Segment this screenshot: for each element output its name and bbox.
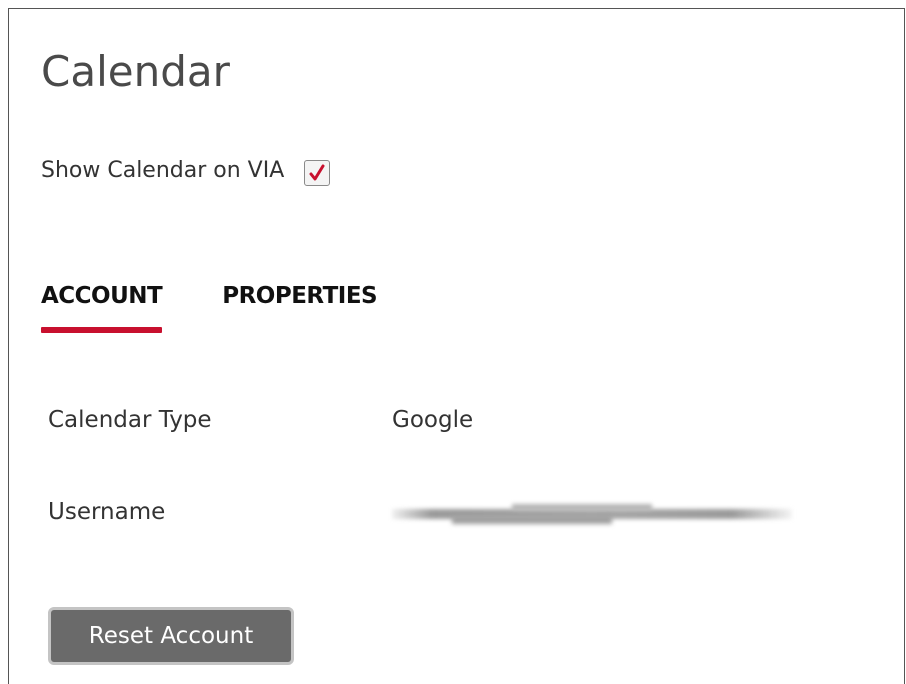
calendar-type-row: Calendar Type Google [48,407,473,433]
tab-bar: ACCOUNT PROPERTIES [41,283,437,333]
username-label: Username [48,499,166,525]
reset-account-button[interactable]: Reset Account [48,607,294,665]
calendar-type-label: Calendar Type [48,407,212,433]
tab-properties[interactable]: PROPERTIES [222,283,377,323]
checkmark-icon [309,164,325,181]
tab-account[interactable]: ACCOUNT [41,283,163,333]
show-calendar-label: Show Calendar on VIA [41,157,285,183]
calendar-type-value: Google [392,407,474,433]
username-value-redacted [392,500,792,524]
page-title: Calendar [41,47,230,96]
settings-panel: Calendar Show Calendar on VIA ACCOUNT PR… [8,8,905,684]
username-row: Username [48,499,792,525]
show-calendar-row: Show Calendar on VIA [41,157,331,186]
show-calendar-checkbox[interactable] [304,160,331,186]
